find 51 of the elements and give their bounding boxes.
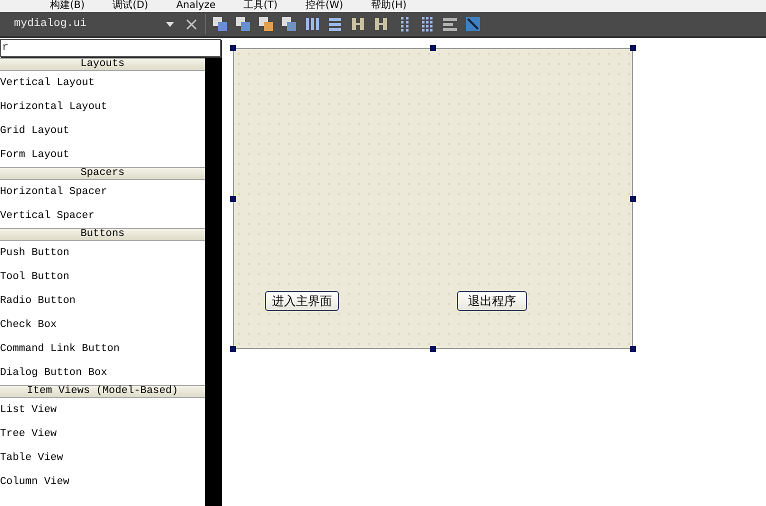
widget-item[interactable]: Horizontal Spacer bbox=[0, 180, 205, 204]
widget-item[interactable]: Dialog Button Box bbox=[0, 361, 205, 385]
layout-tool-icon[interactable] bbox=[350, 16, 366, 32]
widget-item[interactable]: Tree View bbox=[0, 422, 205, 446]
widget-item[interactable]: List View bbox=[0, 398, 205, 422]
layout-tool-icon[interactable] bbox=[212, 16, 228, 32]
section-header[interactable]: Spacers bbox=[0, 167, 205, 180]
resize-handle[interactable] bbox=[230, 45, 236, 51]
menu-item[interactable]: Analyze bbox=[176, 0, 216, 12]
widget-item[interactable]: Command Link Button bbox=[0, 337, 205, 361]
resize-handle[interactable] bbox=[430, 346, 436, 352]
widget-item[interactable]: Form Layout bbox=[0, 143, 205, 167]
widget-item[interactable]: Push Button bbox=[0, 241, 205, 265]
menu-item[interactable]: 控件(W) bbox=[306, 0, 344, 12]
menu-item[interactable]: 调试(D) bbox=[112, 0, 148, 12]
layout-tool-icon[interactable] bbox=[281, 16, 297, 32]
layout-tool-icon[interactable] bbox=[258, 16, 274, 32]
layout-tool-icon[interactable] bbox=[419, 16, 435, 32]
filter-field[interactable]: r bbox=[0, 39, 221, 57]
caret-icon bbox=[166, 22, 174, 26]
widget-item[interactable]: Check Box bbox=[0, 313, 205, 337]
resize-handle[interactable] bbox=[630, 346, 636, 352]
push-button[interactable]: 退出程序 bbox=[457, 291, 527, 311]
menu-item[interactable]: 工具(T) bbox=[244, 0, 278, 12]
layout-tool-icon[interactable] bbox=[465, 16, 481, 32]
file-selector[interactable]: mydialog.ui bbox=[0, 14, 180, 34]
resize-handle[interactable] bbox=[630, 196, 636, 202]
layout-tool-icon[interactable] bbox=[304, 16, 320, 32]
widget-item[interactable]: Table View bbox=[0, 446, 205, 470]
menu-item[interactable]: 构建(B) bbox=[50, 0, 85, 12]
widget-item[interactable]: Radio Button bbox=[0, 289, 205, 313]
menu-item[interactable]: 帮助(H) bbox=[371, 0, 407, 12]
section-header[interactable]: Layouts bbox=[0, 58, 205, 71]
layout-tool-icon[interactable] bbox=[442, 16, 458, 32]
push-button[interactable]: 进入主界面 bbox=[265, 291, 339, 311]
section-header[interactable]: Item Views (Model-Based) bbox=[0, 385, 205, 398]
resize-handle[interactable] bbox=[230, 346, 236, 352]
widget-item[interactable]: Horizontal Layout bbox=[0, 95, 205, 119]
resize-handle[interactable] bbox=[630, 45, 636, 51]
widget-item[interactable]: Grid Layout bbox=[0, 119, 205, 143]
section-header[interactable]: Buttons bbox=[0, 228, 205, 241]
resize-handle[interactable] bbox=[430, 45, 436, 51]
resize-handle[interactable] bbox=[230, 196, 236, 202]
layout-tool-icon[interactable] bbox=[235, 16, 251, 32]
layout-tool-icon[interactable] bbox=[373, 16, 389, 32]
widget-item[interactable]: Column View bbox=[0, 470, 205, 494]
widget-item[interactable]: Vertical Spacer bbox=[0, 204, 205, 228]
close-icon[interactable] bbox=[186, 18, 197, 30]
widget-item[interactable]: Vertical Layout bbox=[0, 71, 205, 95]
widget-item[interactable]: Tool Button bbox=[0, 265, 205, 289]
layout-tool-icon[interactable] bbox=[327, 16, 343, 32]
